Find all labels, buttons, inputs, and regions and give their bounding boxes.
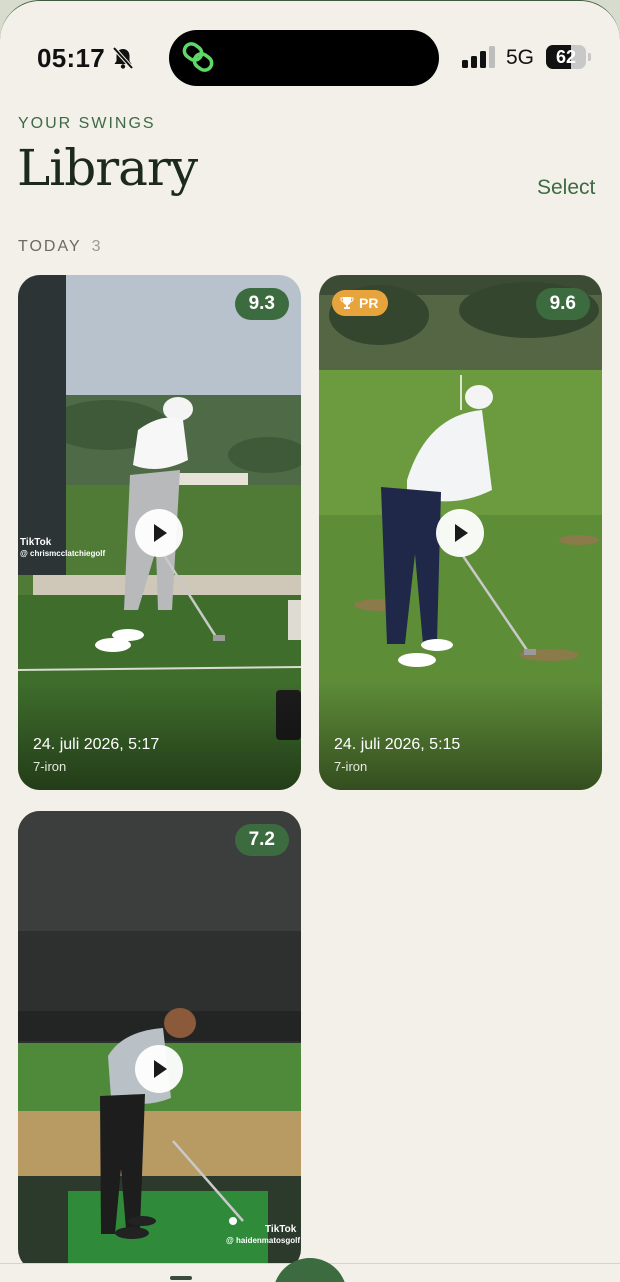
status-time: 05:17 [37, 43, 105, 73]
tiktok-watermark: TikTok [20, 537, 52, 548]
watermark-handle: @ haidenmatosgolf [226, 1236, 301, 1245]
page-title: Library [17, 139, 198, 197]
swing-thumbnail [18, 811, 301, 1271]
app-link-icon [182, 42, 214, 72]
score-badge: 9.3 [234, 288, 289, 320]
swing-card[interactable]: TikTok @ haidenmatosgolf 7.2 [18, 811, 301, 1271]
page-eyebrow: YOUR SWINGS [18, 115, 156, 132]
section-header: TODAY 3 [18, 238, 103, 256]
swing-date: 24. juli 2026, 5:17 [33, 736, 160, 753]
section-label: TODAY [18, 238, 82, 255]
dynamic-island [169, 30, 439, 86]
swing-card[interactable]: TikTok @ chrismcclatchiegolf 9.3 24. jul… [18, 275, 301, 790]
section-count: 3 [91, 238, 103, 255]
trophy-icon [340, 297, 354, 309]
tiktok-watermark: TikTok [265, 1224, 297, 1235]
tab-indicator[interactable] [170, 1276, 192, 1280]
pr-badge-label: PR [359, 295, 379, 311]
battery-percent: 62 [555, 47, 577, 67]
battery-icon: 62 [546, 45, 592, 69]
play-icon[interactable] [135, 1045, 183, 1093]
play-icon[interactable] [135, 509, 183, 557]
bell-slash-icon [112, 46, 134, 70]
swing-card[interactable]: PR 9.6 24. juli 2026, 5:15 7-iron [319, 275, 602, 790]
signal-icon [462, 46, 495, 68]
swing-club: 7-iron [334, 759, 368, 774]
network-type: 5G [506, 46, 535, 69]
score-badge: 7.2 [234, 824, 289, 856]
pr-badge: PR [332, 290, 389, 316]
swing-club: 7-iron [33, 759, 67, 774]
library-screen: 05:17 5G 62 YOUR SWINGS Library Select T… [0, 0, 620, 1282]
play-icon[interactable] [436, 509, 484, 557]
select-button[interactable]: Select [537, 176, 595, 200]
watermark-handle: @ chrismcclatchiegolf [20, 549, 106, 558]
swing-date: 24. juli 2026, 5:15 [334, 736, 461, 753]
score-badge: 9.6 [535, 288, 590, 320]
